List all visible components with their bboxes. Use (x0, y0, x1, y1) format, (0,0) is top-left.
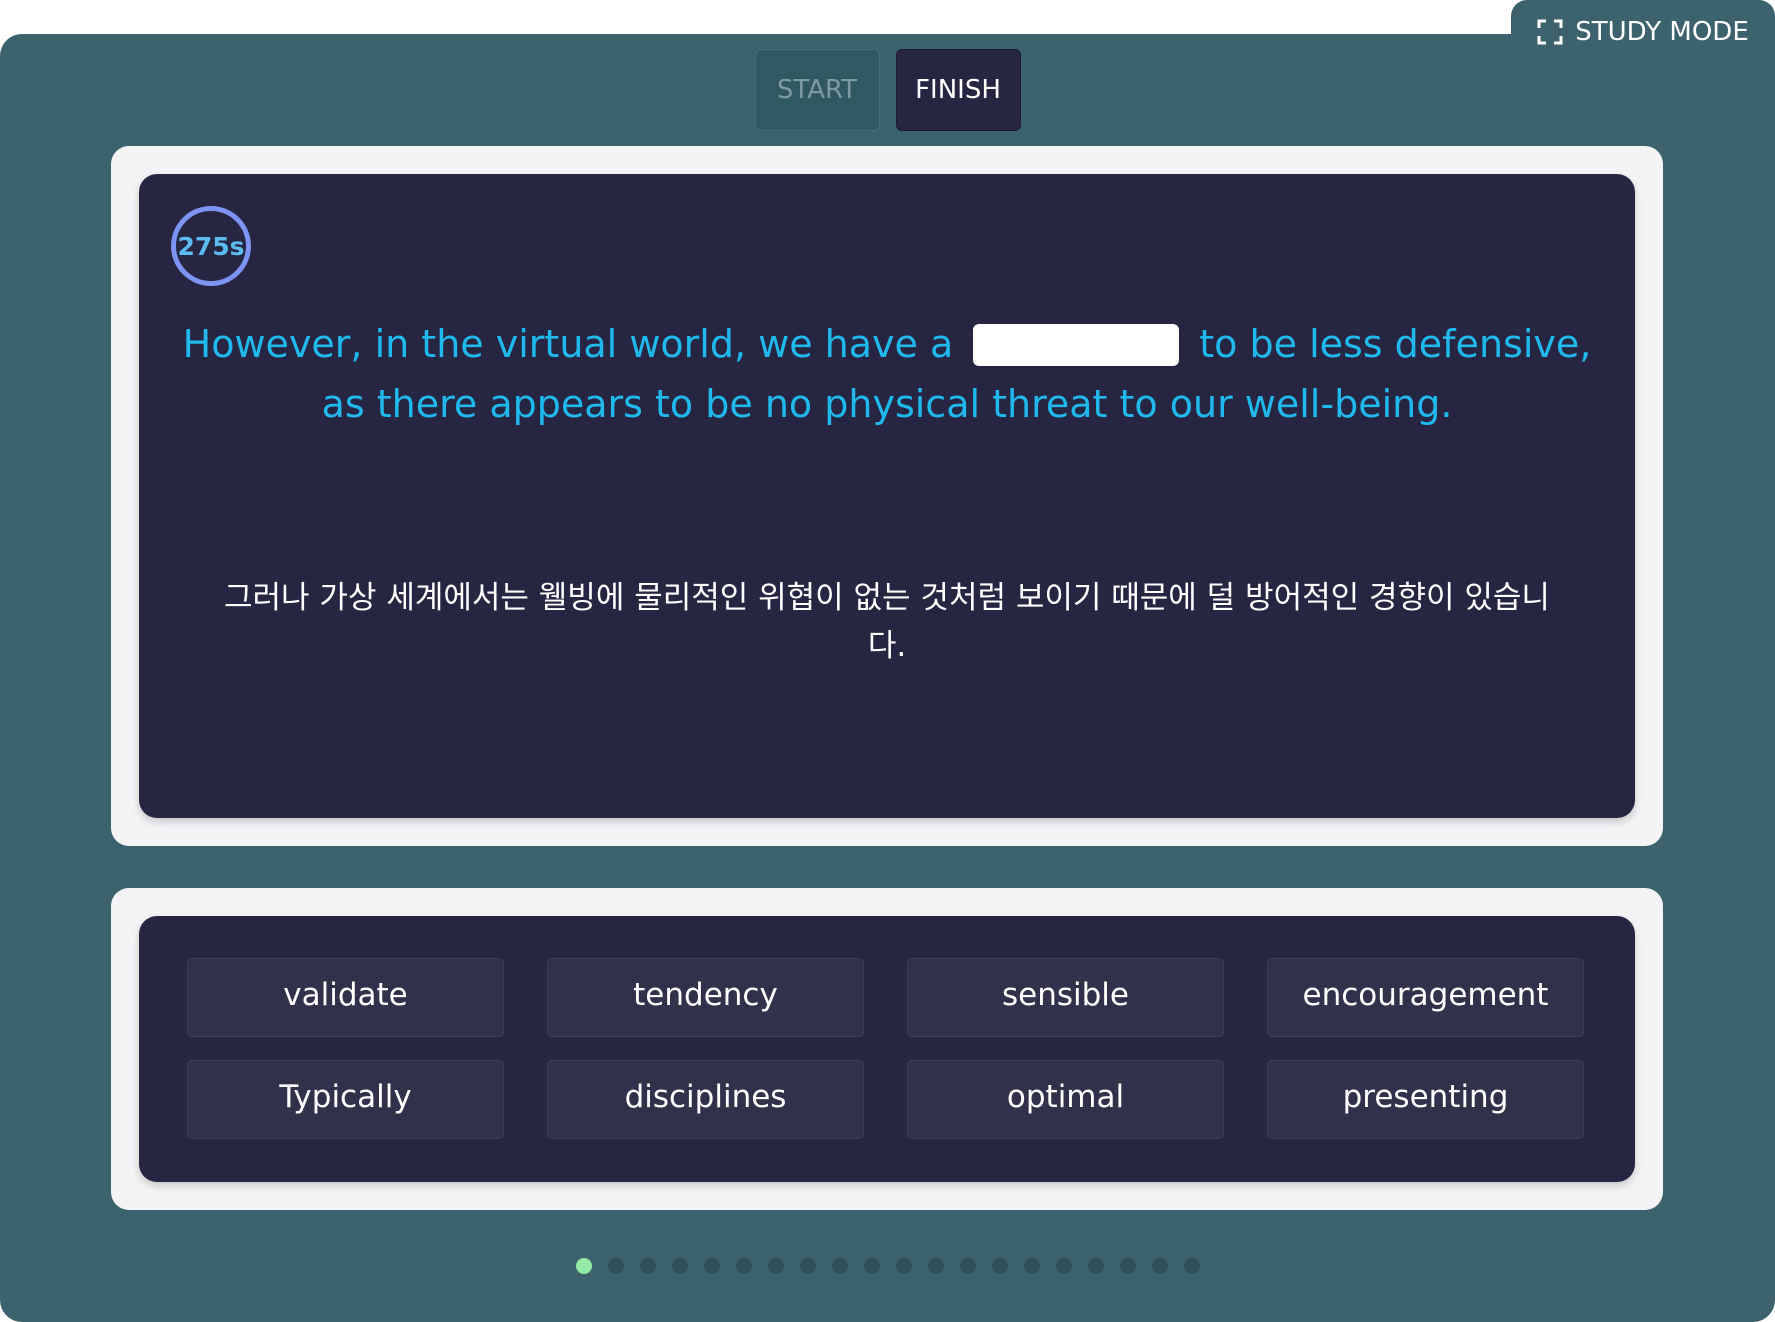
finish-button[interactable]: FINISH (895, 49, 1021, 131)
choices-grid: validate tendency sensible encouragement… (187, 958, 1584, 1139)
sentence-before: However, in the virtual world, we have a (182, 322, 954, 366)
answers-card: validate tendency sensible encouragement… (139, 916, 1635, 1182)
page-dot[interactable] (863, 1258, 880, 1274)
page-dot[interactable] (1023, 1258, 1040, 1274)
page-dot[interactable] (1183, 1258, 1200, 1274)
page-dot[interactable] (639, 1258, 656, 1274)
page-dot-active[interactable] (575, 1258, 592, 1274)
page-dot[interactable] (1119, 1258, 1136, 1274)
answer-blank[interactable] (973, 324, 1180, 366)
timer-badge: 275s (171, 206, 251, 286)
page-dot[interactable] (1055, 1258, 1072, 1274)
question-sentence: However, in the virtual world, we have a… (179, 314, 1595, 434)
page-dot[interactable] (831, 1258, 848, 1274)
choice-button[interactable]: tendency (547, 958, 864, 1037)
choice-button[interactable]: validate (187, 958, 504, 1037)
translation-text: 그러나 가상 세계에서는 웰빙에 물리적인 위협이 없는 것처럼 보이기 때문에… (224, 580, 1550, 664)
page-dot[interactable] (703, 1258, 720, 1274)
page-dot[interactable] (607, 1258, 624, 1274)
choice-button[interactable]: presenting (1267, 1060, 1584, 1139)
choice-button[interactable]: sensible (907, 958, 1224, 1037)
choice-button[interactable]: optimal (907, 1060, 1224, 1139)
choice-button[interactable]: encouragement (1267, 958, 1584, 1037)
study-mode-label: STUDY MODE (1575, 17, 1749, 47)
page-dot[interactable] (991, 1258, 1008, 1274)
page-dot[interactable] (799, 1258, 816, 1274)
fullscreen-icon (1537, 19, 1563, 45)
page-dot[interactable] (927, 1258, 944, 1274)
page-dot[interactable] (767, 1258, 784, 1274)
page-dot[interactable] (1087, 1258, 1104, 1274)
choice-button[interactable]: disciplines (547, 1060, 864, 1139)
page-dot[interactable] (1151, 1258, 1168, 1274)
choice-button[interactable]: Typically (187, 1060, 504, 1139)
answers-panel: validate tendency sensible encouragement… (111, 888, 1663, 1210)
top-controls: START FINISH (0, 49, 1775, 131)
page-dot[interactable] (735, 1258, 752, 1274)
question-panel: 275s However, in the virtual world, we h… (111, 146, 1663, 846)
pagination-dots (0, 1258, 1775, 1274)
question-card: 275s However, in the virtual world, we h… (139, 174, 1635, 818)
page-dot[interactable] (671, 1258, 688, 1274)
page-dot[interactable] (895, 1258, 912, 1274)
start-button[interactable]: START (754, 49, 880, 131)
page-dot[interactable] (959, 1258, 976, 1274)
